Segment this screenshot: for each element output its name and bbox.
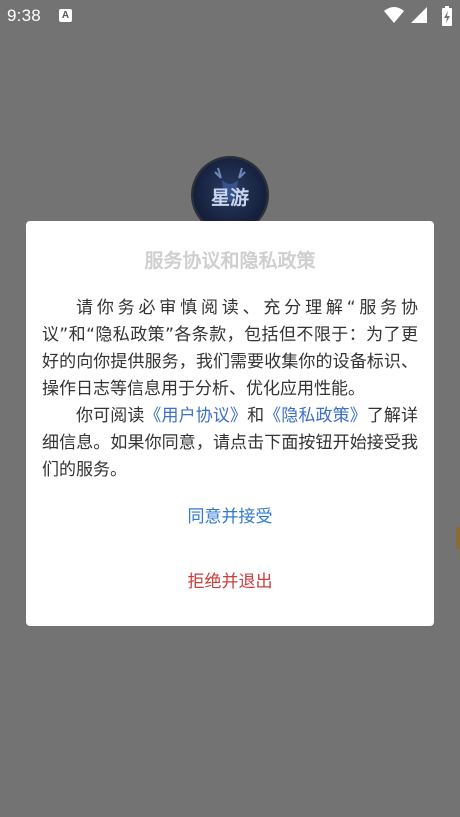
reject-button[interactable]: 拒绝并退出 bbox=[26, 566, 434, 598]
paragraph-2-and: 和 bbox=[247, 406, 265, 426]
paragraph-2-prefix: 你可阅读 bbox=[76, 406, 145, 426]
notification-a-icon: A bbox=[59, 9, 72, 22]
dialog-paragraph-2: 你可阅读《用户协议》和《隐私政策》了解详细信息。如果你同意，请点击下面按钮开始接… bbox=[42, 403, 418, 484]
wifi-icon bbox=[384, 7, 404, 23]
logo-text: 星游 bbox=[211, 186, 249, 209]
battery-charging-icon bbox=[442, 6, 452, 26]
status-bar: 9:38 A bbox=[0, 0, 460, 32]
user-agreement-link[interactable]: 《用户协议》 bbox=[144, 406, 247, 426]
dialog-title: 服务协议和隐私政策 bbox=[144, 250, 316, 272]
accept-button[interactable]: 同意并接受 bbox=[26, 501, 434, 533]
signal-icon bbox=[411, 7, 427, 23]
privacy-policy-link[interactable]: 《隐私政策》 bbox=[264, 406, 367, 426]
dialog-paragraph-1: 请你务必审慎阅读、充分理解“服务协议”和“隐私政策”各条款，包括但不限于：为了更… bbox=[42, 298, 418, 399]
dialog-body: 请你务必审慎阅读、充分理解“服务协议”和“隐私政策”各条款，包括但不限于：为了更… bbox=[42, 295, 418, 484]
edge-indicator bbox=[456, 527, 460, 549]
status-time: 9:38 bbox=[7, 6, 41, 25]
privacy-dialog: 服务协议和隐私政策 请你务必审慎阅读、充分理解“服务协议”和“隐私政策”各条款，… bbox=[26, 221, 434, 626]
